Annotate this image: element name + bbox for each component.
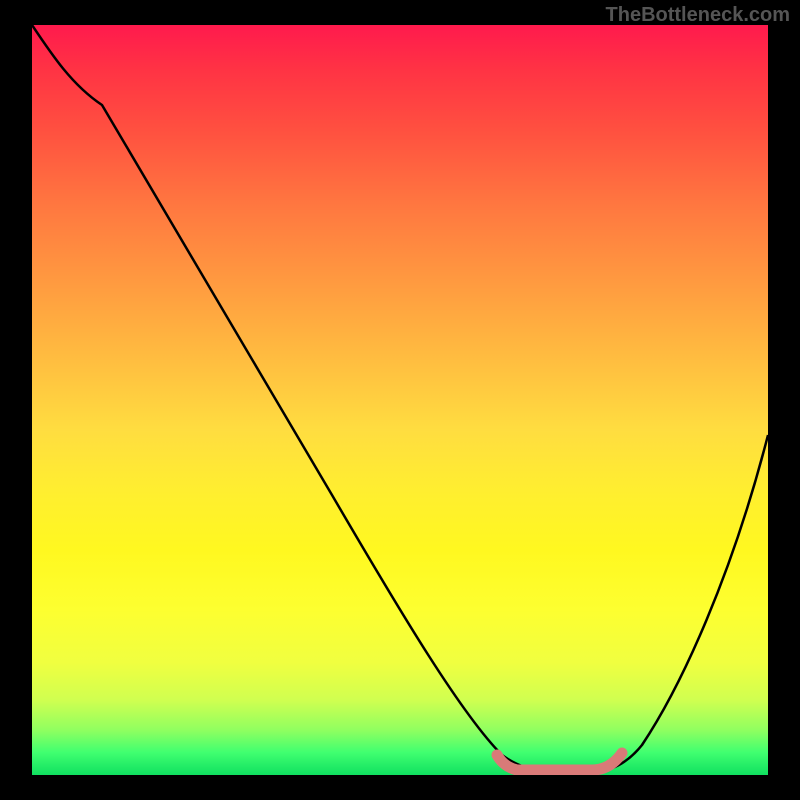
bottleneck-curve-line [32,25,768,773]
chart-container: TheBottleneck.com [0,0,800,800]
curve-overlay [32,25,768,775]
watermark-text: TheBottleneck.com [606,4,790,27]
optimal-zone-marker [497,753,622,770]
